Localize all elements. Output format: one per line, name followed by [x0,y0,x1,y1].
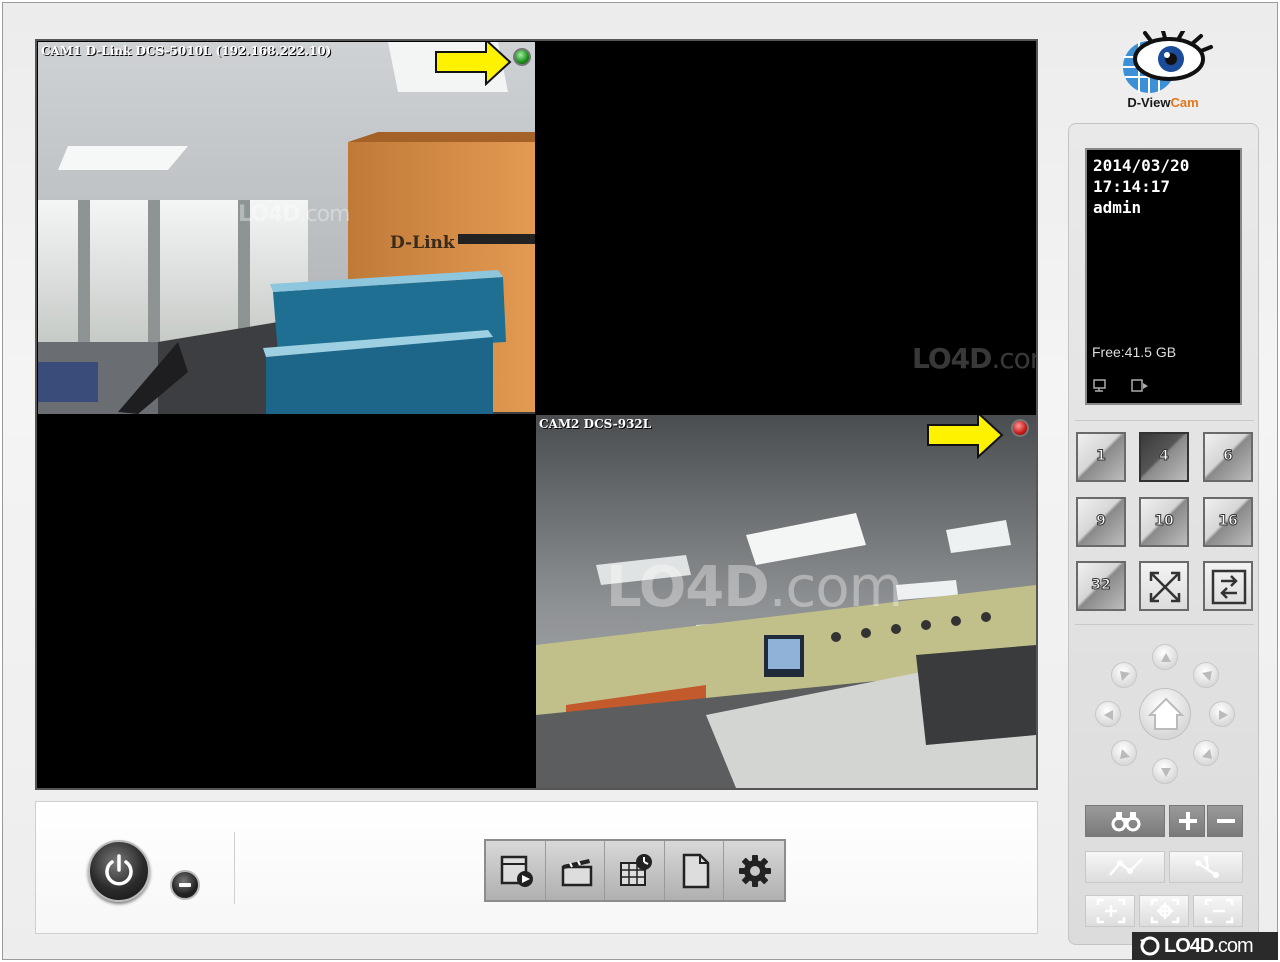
divider [1075,420,1254,421]
swap-view-button[interactable] [1203,561,1253,611]
arrow-indicator-icon [435,42,512,86]
ptz-down-right-button[interactable] [1193,740,1219,766]
focus-far-icon [1204,898,1234,924]
settings-icon [739,855,772,887]
schedule-icon [620,854,653,886]
arrow-down-icon [1161,768,1171,777]
cam1-box-label: D-Link [390,233,456,253]
camera-view-4[interactable]: LO4D.com CAM2 DCS-932L [536,415,1036,788]
ptz-down-button[interactable] [1152,758,1178,784]
ptz-control [1095,644,1235,784]
playback-icon [500,855,533,887]
watermark: LO4D.com [606,555,903,620]
ptz-up-right-button[interactable] [1193,662,1219,688]
settings-button[interactable] [724,841,784,900]
arrow-right-icon [1219,710,1228,720]
watermark: LO4D.com [238,202,350,227]
app-logo: D-ViewCam [1111,29,1215,115]
app-logo-text: D-ViewCam [1127,95,1199,110]
current-user: admin [1093,198,1142,217]
watermark-badge: LO4D.com [1132,932,1278,960]
recording-status-icon [1011,419,1029,437]
fullscreen-button[interactable] [1139,561,1189,611]
watermark: LO4D.com [912,342,1036,375]
zoom-out-button[interactable] [1207,805,1243,837]
arrow-up-icon [1161,653,1171,662]
main-toolbar [484,839,786,902]
camera-title: CAM1 D-Link DCS-5010L (192.168.222.10) [41,44,332,58]
layout-6-button[interactable]: 6 [1203,432,1253,482]
swap-icon [1211,569,1247,605]
document-button[interactable] [665,841,725,900]
focus-center-icon [1150,898,1180,924]
divider [234,832,235,904]
focus-far-button[interactable] [1193,895,1243,927]
minimize-button[interactable] [170,870,200,900]
layout-32-button[interactable]: 32 [1076,561,1126,611]
path-icon [1109,858,1143,876]
arrow-down-right-icon [1202,749,1212,759]
zoom-in-icon [1179,812,1197,830]
layout-16-button[interactable]: 16 [1203,497,1253,547]
camera-title: CAM2 DCS-932L [539,417,652,431]
schedule-button[interactable] [605,841,665,900]
share-button[interactable] [1169,851,1243,883]
arrow-up-right-icon [1202,671,1212,681]
fullscreen-icon [1149,571,1181,603]
ptz-home-button[interactable] [1139,688,1191,740]
document-icon [682,853,710,889]
eye-logo-icon [1123,29,1213,93]
lo4d-logo-icon [1140,936,1160,956]
bottom-panel [35,801,1038,934]
ptz-up-button[interactable] [1152,644,1178,670]
layout-10-button[interactable]: 10 [1139,497,1189,547]
home-icon [1147,697,1185,730]
ptz-left-button[interactable] [1095,701,1121,727]
arrow-up-left-icon [1120,671,1130,681]
recording-status-icon [513,48,531,66]
arrow-down-left-icon [1120,749,1130,759]
camera-view-2[interactable]: LO4D.com [536,42,1036,414]
arrow-left-icon [1104,710,1113,720]
zoom-in-button[interactable] [1169,805,1205,837]
status-icons [1092,378,1149,397]
status-display: 2014/03/20 17:14:17 admin Free:41.5 GB [1085,148,1242,405]
layout-4-button[interactable]: 4 [1139,432,1189,482]
share-icon [1195,855,1219,878]
binoculars-icon [1111,812,1141,832]
ptz-right-button[interactable] [1209,701,1235,727]
path-button[interactable] [1085,851,1165,883]
ptz-down-left-button[interactable] [1111,740,1137,766]
zoom-out-icon [1217,819,1235,823]
focus-center-button[interactable] [1139,895,1189,927]
monitor-icon[interactable] [1092,379,1108,393]
camera-view-1[interactable]: D-Link LO4D.com CAM1 D-Link DCS-5010L (1… [38,42,535,414]
layout-1-button[interactable]: 1 [1076,432,1126,482]
video-clip-button[interactable] [546,841,606,900]
control-panel: 2014/03/20 17:14:17 admin Free:41.5 GB 1… [1068,123,1259,945]
video-grid: D-Link LO4D.com CAM1 D-Link DCS-5010L (1… [35,39,1038,790]
current-date: 2014/03/20 [1093,156,1190,175]
ptz-up-left-button[interactable] [1111,662,1137,688]
free-space: Free:41.5 GB [1092,344,1177,360]
focus-near-button[interactable] [1085,895,1135,927]
playback-icon[interactable] [1131,379,1149,393]
current-time: 17:14:17 [1093,177,1171,196]
divider [1075,624,1254,625]
search-camera-button[interactable] [1085,805,1165,837]
arrow-indicator-icon [927,415,1004,459]
playback-button[interactable] [486,841,546,900]
camera-view-3[interactable] [38,415,535,788]
cam1-scene: D-Link [38,42,535,414]
focus-near-icon [1096,898,1126,924]
power-icon [105,854,133,886]
app-window: D-Link LO4D.com CAM1 D-Link DCS-5010L (1… [2,2,1278,960]
video-clip-icon [561,859,592,887]
layout-9-button[interactable]: 9 [1076,497,1126,547]
power-button[interactable] [88,840,150,902]
